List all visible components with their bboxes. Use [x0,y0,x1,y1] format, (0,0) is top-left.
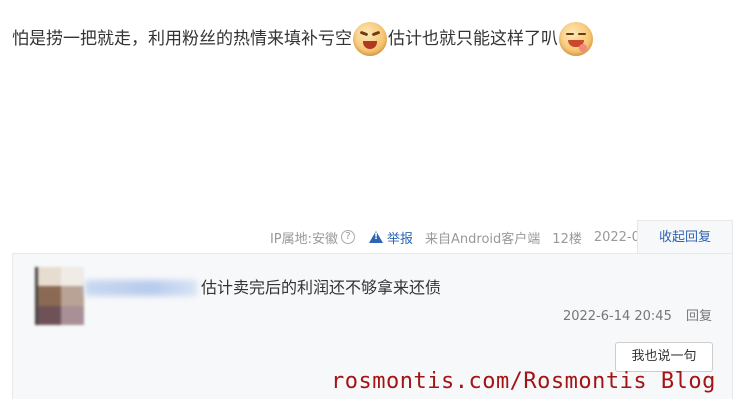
reply-button[interactable]: 回复 [686,309,712,324]
reply-username-blurred[interactable] [85,280,197,296]
reply-meta: 2022-6-14 20:45 回复 [563,305,712,324]
collapse-replies-button[interactable]: 收起回复 [637,220,733,254]
post-text-part2: 估计也就只能这样了叭 [388,29,558,49]
reply-text: 估计卖完后的利润还不够拿来还债 [201,278,442,297]
post-text-part1: 怕是捞一把就走，利用粉丝的热情来填补亏空 [12,29,352,49]
help-icon[interactable]: ? [341,230,356,244]
report-link[interactable]: 举报 [369,228,413,247]
tongue-out-emoji-icon [559,22,593,56]
client-source: 来自Android客户端 [425,231,541,247]
report-label[interactable]: 举报 [387,228,413,247]
warning-icon [369,231,384,243]
watermark: rosmontis.com/Rosmontis Blog [331,369,716,394]
post-content: 怕是捞一把就走，利用粉丝的热情来填补亏空 估计也就只能这样了叭 [12,22,732,56]
avatar[interactable] [35,267,84,325]
ip-location: IP属地:安徽 [269,231,339,247]
reply-timestamp: 2022-6-14 20:45 [562,309,672,324]
say-something-button[interactable]: 我也说一句 [615,342,713,372]
floor-number: 12楼 [552,231,582,247]
angry-face-emoji-icon [353,22,387,56]
